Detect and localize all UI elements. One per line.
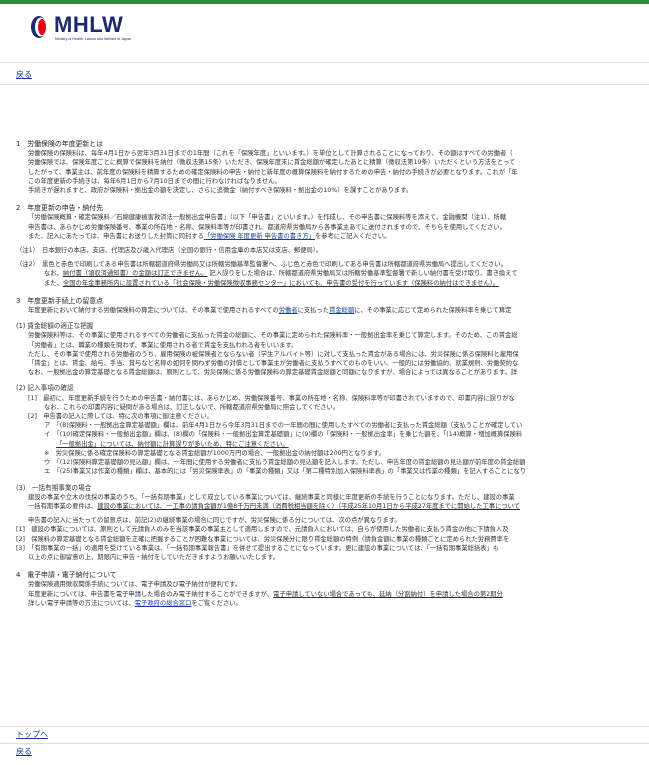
subsection-3-bullet: [1] 建設の事業については、原則として元請負人のみを当該事業の事業主として適用… xyxy=(16,526,509,534)
subsection-2-item: ア 「(8)保険料・一般拠出金算定基礎額」欄は、前年4月1日から今年3月31日ま… xyxy=(44,422,523,430)
worker-link[interactable]: 労働者 xyxy=(279,307,298,314)
subsection-2-item: ウ 「(12)保険料算定基礎額の見込額」欄は、一年間に使用する労働者に支払う賃金… xyxy=(44,459,526,467)
top-accent-bar xyxy=(0,0,649,4)
section-1-line: 労働保険の保険料は、毎年4月1日から翌年3月31日までの1年間（これを「保険年度… xyxy=(28,150,513,158)
section-1-line: したがって、事業主は、前年度の保険料を精算するための確定保険料の申告・納付と新年… xyxy=(28,168,518,176)
note-2: （注2） 黒色と赤色で印刷してある申告書は所轄都道府県労働局又は所轄労働基準監督… xyxy=(16,261,507,269)
subsection-2-item: エ 「(25)事業又は作業の種類」欄は、基本的には「労災保険率表」の「事業の種類… xyxy=(44,468,527,476)
footer-divider xyxy=(0,743,649,744)
nav-divider xyxy=(0,84,649,85)
subsection-3-bullet: [3] 「有期事業の一括」の適用を受けている事業は、「一括有期事業報告書」を併せ… xyxy=(16,544,500,552)
subsection-3-title: (3) 一括有期事業の場合 xyxy=(16,483,92,492)
section-2-title: 2 年度更新の申告・納付先 xyxy=(16,204,104,213)
section-2-line: 「労働保険概算・確定保険料／石綿健康被害救済法一般拠出金申告書」（以下「申告書」… xyxy=(28,214,507,222)
note-2-line: また、全国の年金事務所内に設置されている「社会保険・労働保険徴収事務センター」に… xyxy=(0,279,649,288)
note-text: 記入誤りをした場合は、所轄都道府県労働局又は所轄労働基準監督署で新しい納付書を受… xyxy=(207,270,518,278)
main-content: 1 労働保険の年度更新とは 労働保険の保険料は、毎年4月1日から翌年3月31日ま… xyxy=(0,140,649,710)
section-4-text: 詳しい電子申請等の方法については、 xyxy=(28,599,135,607)
section-4-text: をご覧ください。 xyxy=(191,599,242,607)
subsection-1-title: (1) 賃金総額の適正な把握 xyxy=(16,322,94,331)
subsection-3-line: 以上の点に御留意の上、期限内に申告・納付をしていただきますようお願いいたします。 xyxy=(28,553,280,561)
section-2-line: また、記入にあたっては、申告書にお送りした封筒に同封する「労働保険 年度更新 申… xyxy=(0,232,649,241)
subsection-2-line: [2] 申告書の記入に際しては、特に次の事項に御注意ください。 xyxy=(28,413,213,421)
subsection-1-line: 労働保険料等は、その事業に使用されるすべての労働者に支払った賃金の総額に、その事… xyxy=(28,332,518,340)
note-1: （注1） 日本銀行の本店、支店、代理店及び歳入代理店（全国の銀行・信用金庫の本店… xyxy=(16,247,323,255)
subsection-2-line: [1] 最初に、年度更新手続を行うための申告書・納付書には、あらかじめ、労働保険… xyxy=(28,394,515,402)
section-4-line: 労働保険適用徴収関係手続については、電子申請及び電子納付が便利です。 xyxy=(28,581,242,589)
note-text: なお、 xyxy=(44,270,63,278)
note-2-line: なお、納付書（領収済通知書）の金額は訂正できません。 記入誤りをした場合は、所轄… xyxy=(0,269,649,278)
footer-divider-top xyxy=(0,726,649,727)
section-1-line: 労働保険では、保険年度ごとに概算で保険料を納付（徴収法第15条）いただき、保険年… xyxy=(28,159,516,167)
section-2-line: 申告書は、あらかじめ労働保険番号、事業の所在地・名称、保険料率等が印書され、都道… xyxy=(28,223,506,231)
underlined-text: 「一般拠出金」については、納付額に計算誤りが多いため、特にご注意ください。 xyxy=(56,440,289,448)
section-3-text: に支払った xyxy=(297,307,330,315)
note-underlined: 全国の年金事務所内に設置されている「社会保険・労働保険徴収事務センター」において… xyxy=(62,279,500,287)
logo-subtext: Ministry of Health, Labour and Welfare o… xyxy=(55,37,132,41)
section-1-line: 手続きが遅れますと、政府が保険料・拠出金の額を決定し、さらに追徴金（納付すべき保… xyxy=(28,187,413,195)
section-4-title: 4 電子申請・電子納付について xyxy=(16,571,117,580)
wage-total-link[interactable]: 賃金総額 xyxy=(329,307,354,314)
subsection-3-line: 一括有期事業の要件は、建設の事業においては、一工事の請負金額が1億8千万円未満（… xyxy=(0,502,649,511)
section-3-title: 3 年度更新手続上の留意点 xyxy=(16,296,104,305)
subsection-1-line: 「賃金」とは、賃金、給与、手当、賞与など名称の如何を問わず労働の対償として事業主… xyxy=(28,360,519,368)
section-3-text: に、その事業に応じて定められた保険料率を乗じて算定 xyxy=(354,307,512,315)
subsection-2-title: (2) 記入事項の確認 xyxy=(16,384,74,393)
note-text: また、 xyxy=(44,279,63,287)
mhlw-logo[interactable]: MHLW Ministry of Health, Labour and Welf… xyxy=(30,12,170,44)
logo-text: MHLW xyxy=(54,12,124,37)
section-4-line: 年度更新については、申告書を電子申請した場合のみ電子納付することができますが、電… xyxy=(0,590,649,599)
section-3-intro: 年度更新において納付する労働保険料の算定については、その事業で使用されるすべての… xyxy=(0,306,649,315)
e-gov-link[interactable]: 電子政府の総合窓口 xyxy=(135,600,192,607)
subsection-2-item-note: 「一般拠出金」については、納付額に計算誤りが多いため、特にご注意ください。 xyxy=(0,440,649,449)
subsection-2-item: イ 「(10)確定保険料・一般拠出金額」欄は、(8)欄の「保険料・一般拠出金算定… xyxy=(44,431,523,439)
subsection-3-text: 一括有期事業の要件は、 xyxy=(28,502,98,510)
underlined-text: 建設の事業においては、一工事の請負金額が1億8千万円未満（消費税相当額を除く）（… xyxy=(97,502,521,510)
subsection-1-line: 「労働者」とは、職業の種類を問わず、事業に使用される者で賃金を支払われる者をいい… xyxy=(28,341,298,349)
subsection-2-kome: ※ 労災保険に係る確定保険料の算定基礎となる賃金総額が1000万円の場合、一般拠… xyxy=(44,449,385,457)
subsection-3-line: 建設の事業や立木の伐採の事業のうち、「一括有期事業」として成立している事業につい… xyxy=(28,493,515,501)
subsection-2-line: なお、これらの印書内容に疑問がある場合は、訂正しないで、所轄都道府県労働局に照会… xyxy=(44,403,340,411)
header-divider xyxy=(0,62,649,63)
section-1-line: この年度更新の手続きは、毎年6月1日から7月10日までの間に行わなければなりませ… xyxy=(28,177,281,185)
section-4-text: 年度更新については、申告書を電子申請した場合のみ電子納付することができますが、 xyxy=(28,590,274,598)
guide-link[interactable]: 「労働保険 年度更新 申告書の書き方」 xyxy=(204,233,315,240)
section-2-text: また、記入にあたっては、申告書にお送りした封筒に同封する xyxy=(28,232,204,240)
section-1-title: 1 労働保険の年度更新とは xyxy=(16,140,104,148)
to-top-link[interactable]: トップへ xyxy=(16,730,48,740)
back-link-bottom[interactable]: 戻る xyxy=(16,747,32,757)
underlined-text: 電子申請していない場合であっても、延納（分割納付）を申請した場合の第2期分 xyxy=(273,590,503,598)
section-2-text: を参考にご記入ください。 xyxy=(314,232,391,240)
mhlw-logo-icon xyxy=(31,16,47,38)
back-link-top[interactable]: 戻る xyxy=(16,70,32,80)
section-4-line: 詳しい電子申請等の方法については、電子政府の総合窓口をご覧ください。 xyxy=(0,599,649,608)
subsection-1-line: ただし、その事業で使用される労働者のうち、雇用保険の被保険者とならない者（学生ア… xyxy=(28,350,519,358)
subsection-3-line: 申告書の記入に当たっての留意点は、前記(2)の継続事業の場合に同じですが、労災保… xyxy=(28,517,401,525)
subsection-3-bullet: [2] 保険料の算定基礎となる賃金総額を正確に把握することが困難な事業については… xyxy=(16,535,510,543)
section-3-text: 年度更新において納付する労働保険料の算定については、その事業で使用されるすべての xyxy=(28,307,279,315)
note-underlined: 納付書（領収済通知書）の金額は訂正できません。 xyxy=(62,270,208,278)
subsection-1-line: なお、一般拠出金の算定基礎となる賃金総額は、原則として、労災保険に係る労働保険料… xyxy=(28,369,518,377)
